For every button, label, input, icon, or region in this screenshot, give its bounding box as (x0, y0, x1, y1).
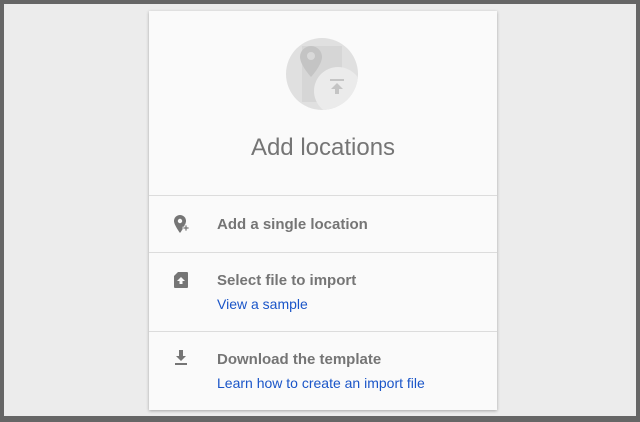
learn-import-file-link[interactable]: Learn how to create an import file (217, 375, 425, 391)
option-label: Add a single location (217, 216, 368, 233)
add-location-icon (174, 215, 190, 233)
add-locations-card: Add locations Add a single location Sele… (149, 11, 497, 410)
option-label: Download the template (217, 351, 382, 368)
page-title: Add locations (250, 134, 396, 161)
file-upload-icon (174, 272, 188, 288)
download-template-option[interactable]: Download the template Learn how to creat… (149, 332, 497, 410)
add-single-location-option[interactable]: Add a single location (149, 196, 497, 252)
select-file-option[interactable]: Select file to import View a sample (149, 253, 497, 331)
view-sample-link[interactable]: View a sample (217, 296, 308, 312)
option-label: Select file to import (217, 272, 357, 289)
download-icon (175, 350, 187, 365)
map-upload-illustration-icon (286, 38, 358, 110)
